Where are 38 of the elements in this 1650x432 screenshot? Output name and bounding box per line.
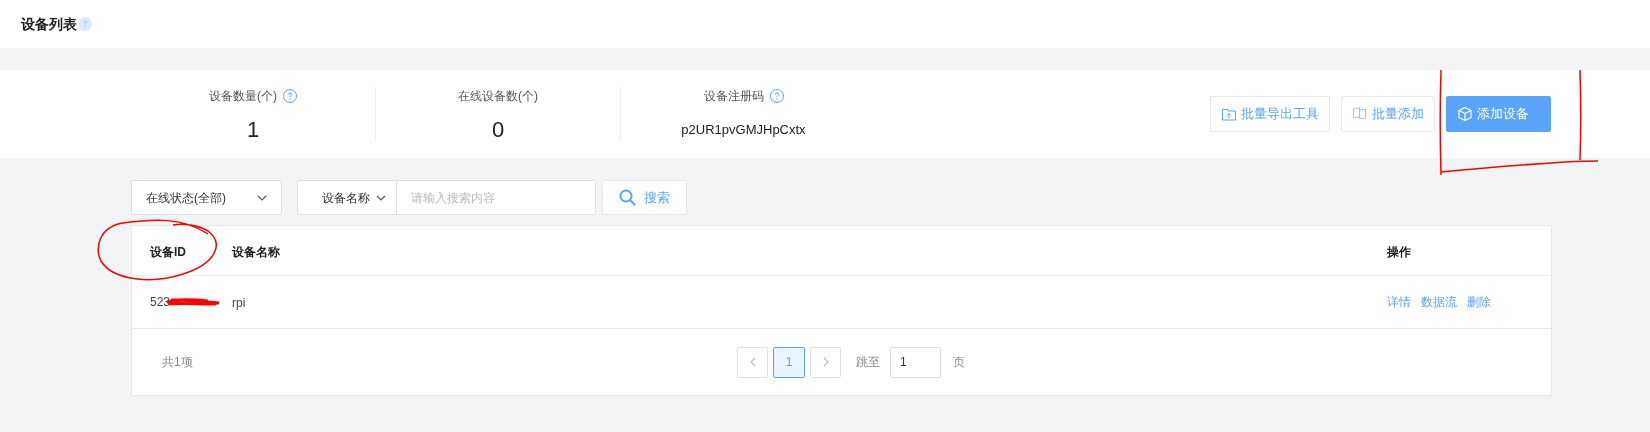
chevron-left-icon	[749, 357, 756, 367]
column-header: 操作	[1387, 244, 1411, 259]
stat-label: 在线设备数(个)	[458, 88, 538, 105]
action-button[interactable]: 批量添加	[1341, 96, 1435, 132]
previous-page-button[interactable]	[737, 346, 768, 378]
stat-value: 1	[246, 119, 260, 141]
row-action-link[interactable]: 详情	[1387, 293, 1411, 311]
column-header: 设备名称	[232, 244, 280, 259]
row-action-link[interactable]: 数据流	[1421, 293, 1457, 311]
stat-value: p2UR1pvGMJHpCxtx	[681, 120, 806, 139]
jump-label: 跳至	[856, 354, 880, 371]
action-button[interactable]: 批量导出工具	[1210, 96, 1330, 132]
total-count: 共1项	[162, 354, 194, 371]
column-header: 设备ID	[150, 244, 186, 259]
page-title: 设备列表	[21, 14, 77, 34]
row-action-link[interactable]: 删除	[1467, 293, 1491, 311]
search-field[interactable]: 请输入搜索内容	[397, 180, 596, 215]
stat-value: 0	[491, 119, 505, 141]
action-button[interactable]: 添加设备	[1446, 96, 1551, 132]
chevron-right-icon	[822, 357, 829, 367]
search-button[interactable]: 搜索	[602, 180, 687, 215]
page-suffix: 页	[953, 354, 965, 371]
chevron-down-icon	[376, 194, 386, 201]
field-select[interactable]: 设备名称	[297, 180, 397, 215]
cube-icon	[1457, 106, 1473, 122]
stat-label: 设备注册码	[703, 88, 764, 105]
chevron-down-icon	[257, 194, 267, 201]
table-cell: rpi	[232, 296, 246, 310]
status-select[interactable]: 在线状态(全部)	[131, 180, 282, 215]
stacked-cards-icon	[1352, 106, 1368, 122]
page-jump-field[interactable]: 1	[890, 346, 941, 378]
folder-upload-icon	[1221, 106, 1237, 122]
search-icon	[619, 189, 636, 206]
page-button[interactable]: 1	[773, 346, 805, 378]
help-icon[interactable]	[78, 17, 92, 31]
table-cell-text: 523	[150, 294, 171, 311]
next-page-button[interactable]	[810, 346, 841, 378]
stat-label: 设备数量(个)	[209, 88, 277, 105]
